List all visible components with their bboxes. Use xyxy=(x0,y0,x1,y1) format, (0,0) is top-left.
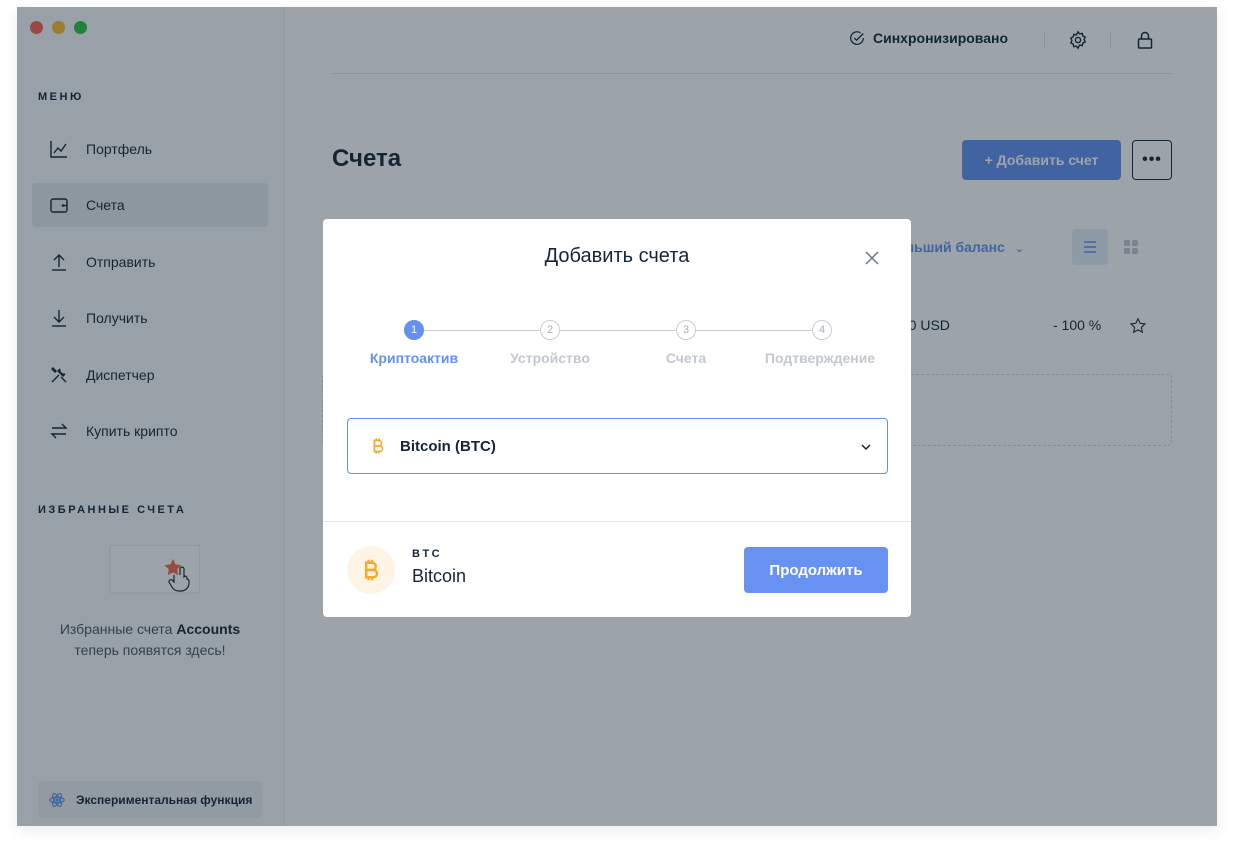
chevron-down-icon xyxy=(861,444,871,451)
selected-currency: Bitcoin (BTC) xyxy=(400,437,496,455)
app-window: МЕНЮ Портфель Счета Отправить Получить Д… xyxy=(17,7,1217,826)
step-4-indicator: 4 xyxy=(812,320,832,340)
coin-name: Bitcoin xyxy=(412,566,467,586)
modal-footer-divider xyxy=(323,521,911,522)
close-icon[interactable] xyxy=(863,249,881,267)
step-4-label: Подтверждение xyxy=(764,350,876,366)
bitcoin-icon xyxy=(365,559,379,581)
modal-title: Добавить счета xyxy=(544,245,690,267)
continue-button[interactable]: Продолжить xyxy=(744,547,888,593)
coin-ticker: BTC xyxy=(412,548,443,560)
step-1-label: Криптоактив xyxy=(369,350,459,366)
step-3-label: Счета xyxy=(665,350,707,366)
currency-select[interactable]: Bitcoin (BTC) xyxy=(347,418,888,474)
add-accounts-modal: Добавить счета 1 2 3 4 Криптоактив Устро… xyxy=(323,219,911,617)
step-1-indicator: 1 xyxy=(404,320,424,340)
stepper-line xyxy=(696,330,812,331)
step-2-indicator: 2 xyxy=(540,320,560,340)
bitcoin-icon xyxy=(373,438,384,454)
step-3-indicator: 3 xyxy=(676,320,696,340)
coin-avatar xyxy=(347,546,395,594)
stepper-line xyxy=(560,330,676,331)
stepper-line xyxy=(424,330,540,331)
step-2-label: Устройство xyxy=(510,350,590,366)
